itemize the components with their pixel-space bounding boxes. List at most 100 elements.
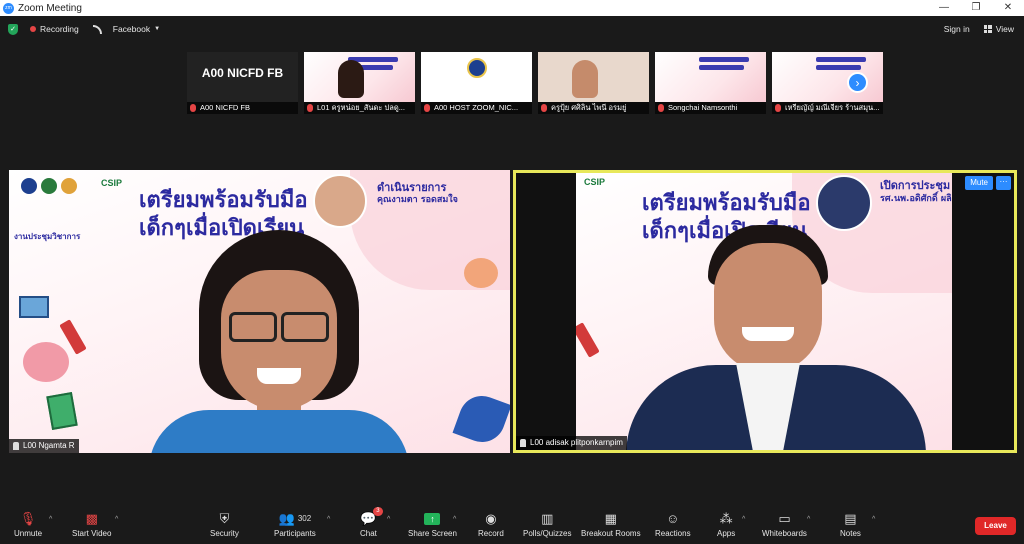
maximize-icon[interactable]: ❐ xyxy=(960,0,992,16)
notes-icon: ▤ xyxy=(844,510,857,526)
participant-video xyxy=(572,60,598,98)
chat-options-caret[interactable]: ^ xyxy=(387,516,390,523)
livestream-indicator[interactable]: Facebook ▼ xyxy=(92,24,160,34)
signin-link[interactable]: Sign in xyxy=(944,24,970,34)
mic-muted-icon xyxy=(775,104,781,112)
mic-muted-icon xyxy=(190,104,196,112)
breakout-rooms-button[interactable]: ▦ Breakout Rooms xyxy=(581,510,641,539)
moderator-name: คุณงามตา รอดสมใจ xyxy=(377,195,458,205)
thumbnail-label: A00 HOST ZOOM_NIC... xyxy=(421,102,532,114)
sponsor-logos xyxy=(21,178,77,194)
seal-icon xyxy=(467,58,487,78)
close-icon[interactable]: ✕ xyxy=(992,0,1024,16)
event-label: งานประชุมวิชาการ xyxy=(14,232,81,241)
child-decoration xyxy=(464,258,498,288)
apps-button[interactable]: ⁂ Apps xyxy=(717,510,735,539)
zoom-logo-icon: zm xyxy=(3,2,14,14)
csip-logo: CSIP xyxy=(101,178,123,188)
mic-muted-icon: 🎙 xyxy=(19,510,37,526)
whiteboards-options-caret[interactable]: ^ xyxy=(807,516,810,523)
thumbnail-label: A00 NICFD FB xyxy=(187,102,298,114)
thumbnail-tile[interactable]: ครูปุ้ย ศศิลิน ไพนี อรมยู่ xyxy=(538,52,649,114)
notes-button[interactable]: ▤ Notes xyxy=(840,510,861,539)
chevron-down-icon: ▼ xyxy=(154,26,161,32)
thumbnail-label: L01 ครูหน่อย_สันดะ ปลดู... xyxy=(304,102,415,114)
meeting-topbar: ✓ Recording Facebook ▼ Sign in View xyxy=(0,16,1024,42)
chevron-right-icon: › xyxy=(855,75,860,90)
moderator-avatar xyxy=(313,174,367,228)
csip-logo: CSIP xyxy=(584,177,606,187)
more-options-caret[interactable]: ^ xyxy=(872,516,875,523)
participants-icon: 👥 302 xyxy=(278,510,312,526)
apps-options-caret[interactable]: ^ xyxy=(742,516,745,523)
crayon-decoration xyxy=(572,322,600,358)
video-tile-right[interactable]: CSIP เตรียมพร้อมรับมือ เด็กๆเมื่อเปิดเรี… xyxy=(513,170,1017,453)
view-label: View xyxy=(995,24,1014,34)
participants-options-caret[interactable]: ^ xyxy=(327,516,330,523)
security-button[interactable]: ⛨ Security xyxy=(210,510,239,539)
recording-indicator[interactable]: Recording xyxy=(30,24,79,34)
thumbnail-strip: A00 NICFD FB A00 NICFD FB L01 ครูหน่อย_ส… xyxy=(187,52,883,114)
chat-button[interactable]: 💬 3 Chat xyxy=(360,507,383,538)
participant-name-label: L00 adisak plitponkarnpim xyxy=(516,436,627,450)
recording-dot-icon xyxy=(30,26,36,32)
video-tile-left[interactable]: CSIP เตรียมพร้อมรับมือ เด็กๆเมื่อเปิดเรี… xyxy=(9,170,510,453)
mic-muted-icon xyxy=(658,104,664,112)
next-page-button[interactable]: › xyxy=(847,72,868,93)
thumbnail-tile[interactable]: A00 HOST ZOOM_NIC... xyxy=(421,52,532,114)
mute-participant-button[interactable]: Mute xyxy=(965,176,993,190)
bar-chart-icon: ▥ xyxy=(541,510,554,526)
emoji-plus-icon: ☺ xyxy=(666,511,680,526)
more-options-button[interactable]: ··· xyxy=(996,176,1011,190)
video-letterbox-left xyxy=(516,173,576,450)
thumbnail-display-name: A00 NICFD FB xyxy=(201,66,284,80)
livestream-dropdown[interactable]: Facebook ▼ xyxy=(113,24,160,34)
recording-label: Recording xyxy=(40,24,79,34)
leaf-decoration xyxy=(452,389,510,449)
livestream-label: Facebook xyxy=(112,24,151,34)
whiteboard-icon: ▭ xyxy=(778,510,791,526)
share-screen-icon: ↑ xyxy=(424,510,441,527)
window-controls: — ❐ ✕ xyxy=(928,0,1024,16)
participant-video xyxy=(129,230,429,453)
view-grid-icon xyxy=(983,25,992,33)
video-off-icon: ▩ xyxy=(85,510,98,526)
participant-video xyxy=(626,225,926,450)
unmute-button[interactable]: 🎙 Unmute xyxy=(14,510,42,539)
pin-icon xyxy=(13,442,19,450)
logo-icon xyxy=(41,178,57,194)
record-button[interactable]: ◉ Record xyxy=(478,510,504,539)
audio-options-caret[interactable]: ^ xyxy=(49,516,52,523)
reactions-button[interactable]: ☺ Reactions xyxy=(655,510,691,538)
mic-muted-icon xyxy=(424,104,430,112)
window-titlebar: zm Zoom Meeting — ❐ ✕ xyxy=(0,0,1024,16)
share-options-caret[interactable]: ^ xyxy=(453,516,456,523)
view-button[interactable]: View xyxy=(983,24,1014,34)
thumbnail-label: Songchai Namsonthi xyxy=(655,102,766,114)
participants-button[interactable]: 👥 302 Participants xyxy=(274,510,316,539)
chat-icon: 💬 3 xyxy=(360,507,383,527)
thumbnail-tile[interactable]: A00 NICFD FB A00 NICFD FB xyxy=(187,52,298,114)
whiteboards-button[interactable]: ▭ Whiteboards xyxy=(762,510,807,539)
logo-icon xyxy=(61,178,77,194)
minimize-icon[interactable]: — xyxy=(928,0,960,16)
girl-decoration xyxy=(23,342,69,382)
greenbook-decoration xyxy=(46,392,78,430)
start-video-button[interactable]: ▩ Start Video xyxy=(72,510,111,539)
book-decoration xyxy=(19,296,49,318)
apps-icon: ⁂ xyxy=(719,510,733,526)
thumbnail-label: เหรียญัญ์ มณีเจียร ร้านสมุน... xyxy=(772,102,883,114)
video-options-caret[interactable]: ^ xyxy=(115,516,118,523)
speaker-avatar xyxy=(816,175,872,231)
encryption-shield-icon[interactable]: ✓ xyxy=(8,23,18,35)
thumbnail-tile[interactable]: L01 ครูหน่อย_สันดะ ปลดู... xyxy=(304,52,415,114)
participant-name-label: L00 Ngamta R xyxy=(9,439,79,453)
shield-icon: ⛨ xyxy=(219,510,230,526)
window-title: Zoom Meeting xyxy=(18,2,82,14)
polls-button[interactable]: ▥ Polls/Quizzes xyxy=(523,510,571,539)
thumbnail-tile[interactable]: Songchai Namsonthi xyxy=(655,52,766,114)
host-logo xyxy=(421,52,532,102)
record-icon: ◉ xyxy=(485,510,497,526)
share-screen-button[interactable]: ↑ Share Screen xyxy=(408,510,457,538)
leave-button[interactable]: Leave xyxy=(975,517,1016,535)
